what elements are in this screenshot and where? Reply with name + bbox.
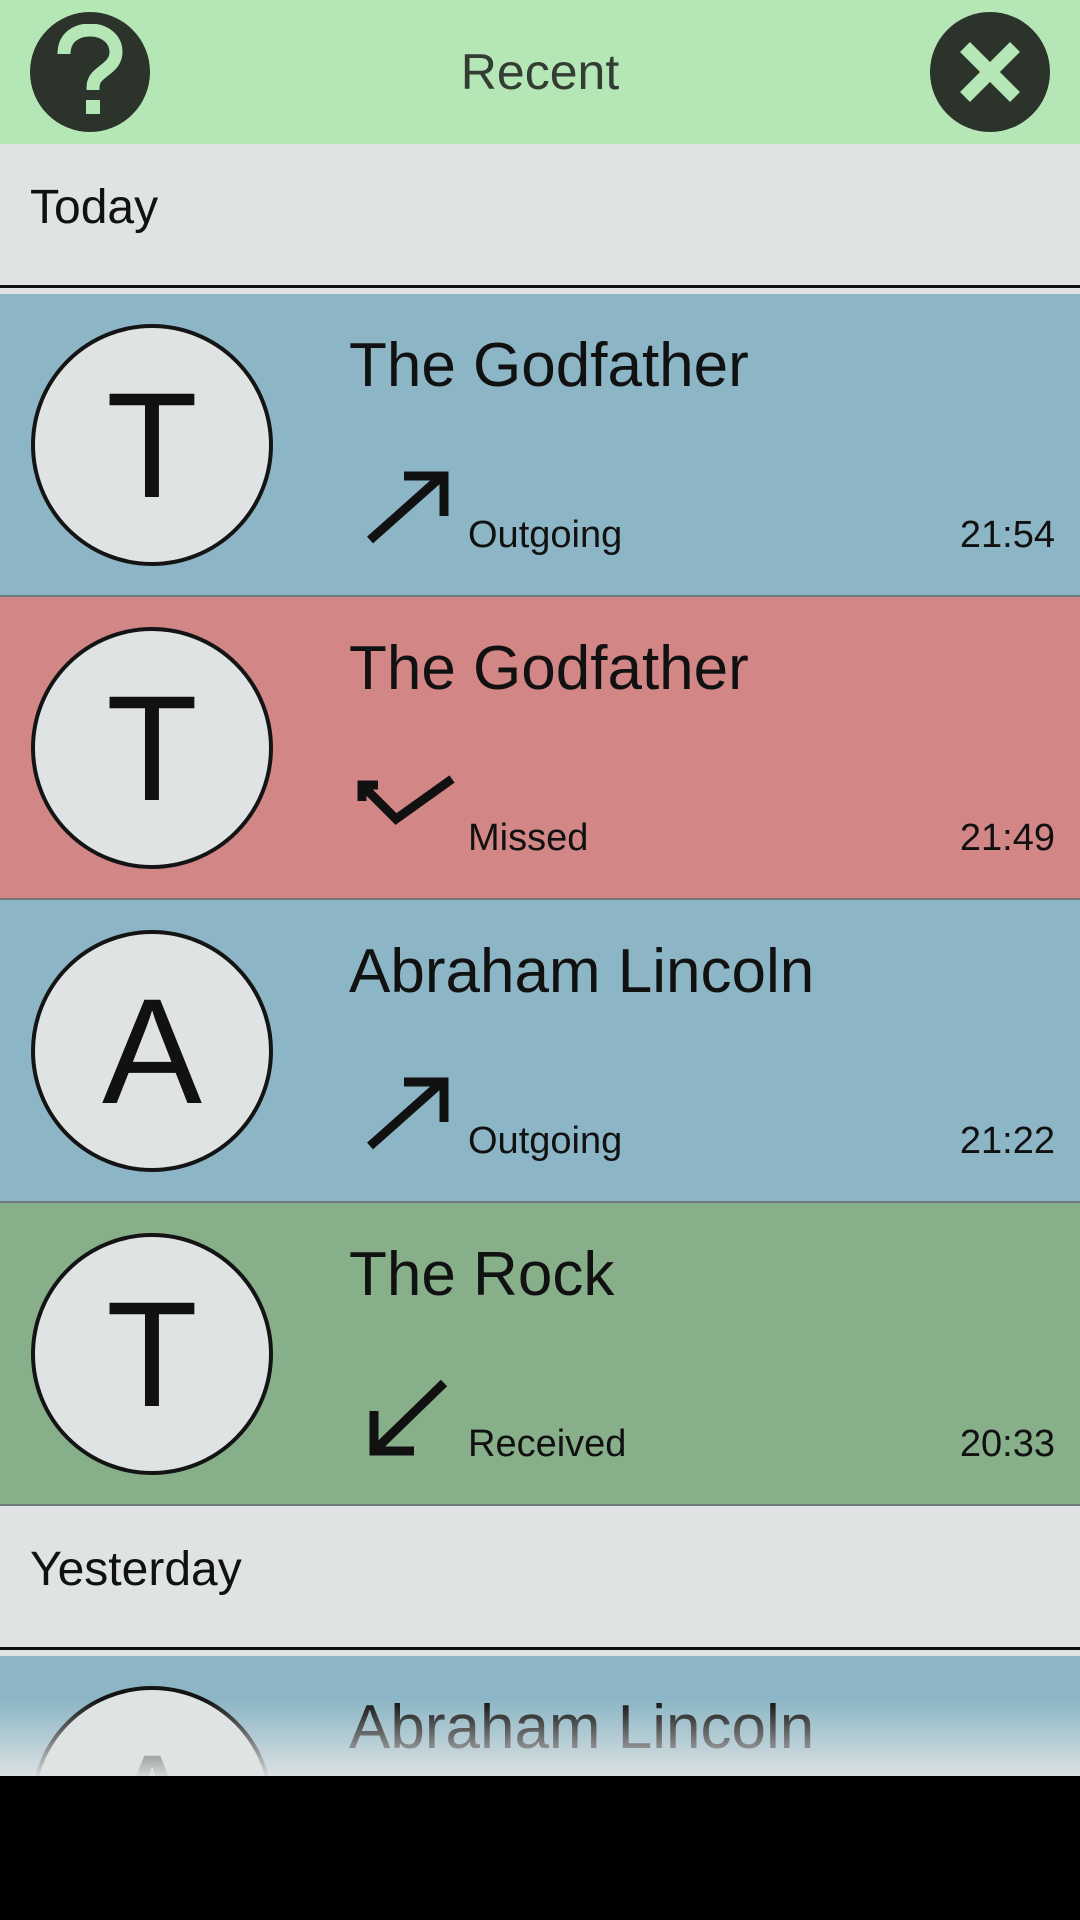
question-mark-icon	[57, 24, 123, 114]
missed-arrow-icon	[357, 775, 455, 825]
contact-avatar[interactable]: A	[31, 1686, 273, 1776]
avatar-initial: A	[102, 1732, 202, 1776]
call-row[interactable]: T The Rock Received 20:33	[0, 1203, 1080, 1506]
outgoing-arrow-icon	[367, 471, 449, 544]
call-time: 21:54	[959, 514, 1055, 556]
call-type-label: Outgoing	[468, 514, 623, 556]
system-navigation-bar	[0, 1776, 1080, 1920]
avatar-initial: T	[106, 1270, 198, 1438]
contact-name: The Godfather	[349, 331, 749, 400]
close-x-icon	[960, 42, 1020, 102]
call-row[interactable]: T The Godfather Outgoing 21:54	[0, 294, 1080, 597]
contact-name: Abraham Lincoln	[349, 1693, 815, 1762]
call-type-label: Outgoing	[468, 1120, 623, 1162]
help-button[interactable]	[30, 12, 150, 132]
avatar-initial: A	[101, 967, 203, 1135]
call-row[interactable]: A Abraham Lincoln Outgoing 21:22	[0, 900, 1080, 1203]
call-time: 21:22	[959, 1120, 1055, 1162]
outgoing-arrow-icon	[367, 1077, 449, 1150]
contact-avatar[interactable]: A	[31, 930, 273, 1172]
contact-avatar[interactable]: T	[31, 627, 273, 869]
recent-calls-screen: Recent Today T The Godfather Outgoing 21…	[0, 0, 1080, 1776]
contact-name: The Godfather	[349, 634, 749, 703]
avatar-initial: T	[106, 664, 198, 832]
top-bar: Recent	[0, 0, 1080, 144]
avatar-initial: T	[106, 361, 198, 529]
call-type-label: Missed	[468, 817, 589, 859]
call-row[interactable]: T The Godfather Missed 21:49	[0, 597, 1080, 900]
contact-avatar[interactable]: T	[31, 324, 273, 566]
call-time: 21:49	[959, 817, 1055, 859]
call-history-list[interactable]: Today T The Godfather Outgoing 21:54 T T…	[0, 144, 1080, 1776]
call-time: 20:33	[959, 1423, 1055, 1465]
contact-name: Abraham Lincoln	[349, 937, 815, 1006]
contact-avatar[interactable]: T	[31, 1233, 273, 1475]
contact-name: The Rock	[349, 1240, 615, 1309]
received-arrow-icon	[369, 1379, 448, 1456]
call-row[interactable]: A Abraham Lincoln	[0, 1656, 1080, 1776]
section-label: Today	[30, 181, 159, 234]
section-header-yesterday: Yesterday	[0, 1506, 1080, 1650]
close-button[interactable]	[930, 12, 1050, 132]
call-type-label: Received	[468, 1423, 627, 1465]
page-title: Recent	[460, 44, 620, 100]
section-label: Yesterday	[30, 1543, 242, 1596]
section-header-today: Today	[0, 144, 1080, 288]
